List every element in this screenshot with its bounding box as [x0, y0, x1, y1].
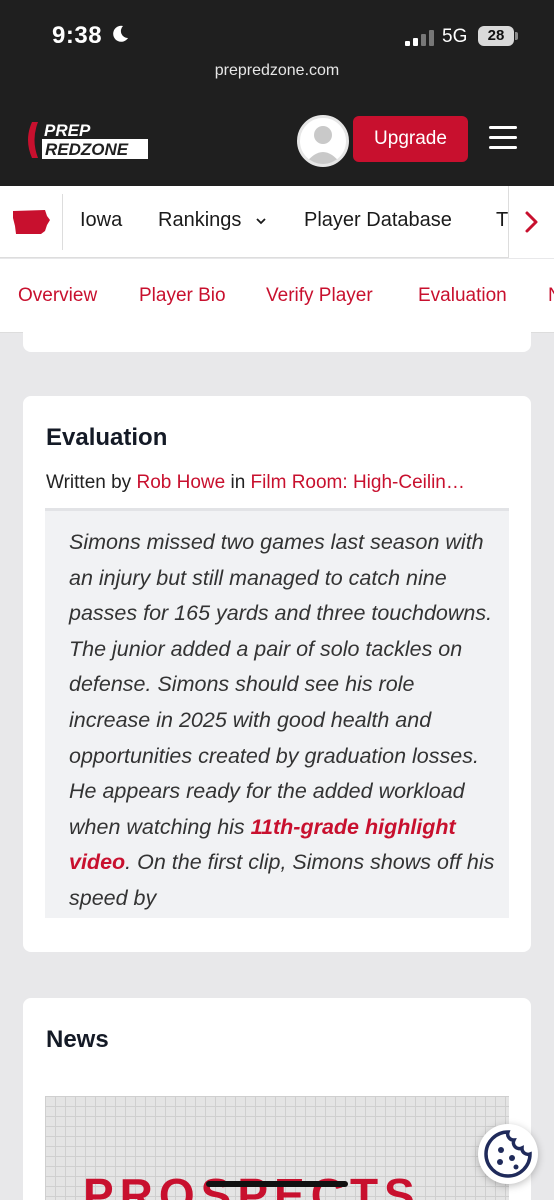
chevron-right-icon [525, 211, 538, 233]
address-bar[interactable]: prepredzone.com [0, 62, 554, 80]
moon-icon [113, 25, 128, 42]
news-title: News [46, 1026, 109, 1053]
user-avatar[interactable] [297, 115, 349, 167]
evaluation-quote: Simons missed two games last season with… [45, 508, 509, 918]
news-card: News PROSPECTS [23, 998, 531, 1200]
chevron-down-icon [256, 218, 266, 225]
battery-tip [515, 32, 518, 40]
nav-item-player-database[interactable]: Player Database [304, 209, 452, 232]
prep-redzone-logo[interactable]: PREP REDZONE [22, 118, 150, 162]
main-nav: Iowa Rankings Player Database T [0, 186, 554, 258]
byline-in: in [230, 472, 246, 493]
tab-overview[interactable]: Overview [18, 285, 97, 307]
nav-item-iowa[interactable]: Iowa [80, 209, 122, 232]
site-header: PREP REDZONE [0, 94, 554, 186]
evaluation-text-part1: Simons missed two games last season with… [69, 530, 493, 839]
evaluation-title: Evaluation [46, 424, 168, 451]
previous-card-bottom [23, 328, 531, 352]
nav-item-truncated[interactable]: T [496, 209, 508, 232]
iowa-state-icon[interactable] [12, 208, 50, 236]
evaluation-card: Evaluation Written by Rob Howe in Film R… [23, 396, 531, 952]
nav-divider [62, 194, 63, 250]
author-link[interactable]: Rob Howe [136, 472, 225, 493]
signal-icon [405, 30, 434, 46]
status-bar: 9:38 5G 28 prepredzone.com [0, 0, 554, 94]
evaluation-byline: Written by Rob Howe in Film Room: High-C… [46, 472, 508, 494]
network-label: 5G [442, 26, 468, 47]
cookie-settings-button[interactable] [478, 1124, 538, 1184]
status-time: 9:38 [52, 22, 103, 49]
tab-player-bio[interactable]: Player Bio [139, 285, 226, 307]
article-link[interactable]: Film Room: High-Ceilin… [251, 472, 465, 493]
battery-icon: 28 [478, 26, 514, 46]
logo-text-redzone: REDZONE [45, 140, 129, 159]
nav-scroll-right[interactable] [508, 186, 554, 258]
nav-item-rankings[interactable]: Rankings [158, 209, 267, 232]
hamburger-icon[interactable] [489, 126, 517, 150]
byline-written-by: Written by [46, 472, 132, 493]
cookie-icon [484, 1130, 532, 1178]
evaluation-text-part2: . On the first clip, Simons shows off hi… [69, 850, 495, 910]
user-icon [305, 126, 341, 164]
logo-text-prep: PREP [44, 121, 91, 140]
tab-verify-player[interactable]: Verify Player [266, 285, 373, 307]
upgrade-button[interactable]: Upgrade [353, 116, 468, 162]
tab-evaluation[interactable]: Evaluation [418, 285, 507, 307]
nav-item-rankings-label: Rankings [158, 209, 242, 231]
home-indicator [206, 1181, 348, 1187]
tab-truncated[interactable]: N [548, 285, 554, 307]
profile-tabs: Overview Player Bio Verify Player Evalua… [0, 259, 554, 333]
evaluation-text: Simons missed two games last season with… [45, 511, 509, 917]
